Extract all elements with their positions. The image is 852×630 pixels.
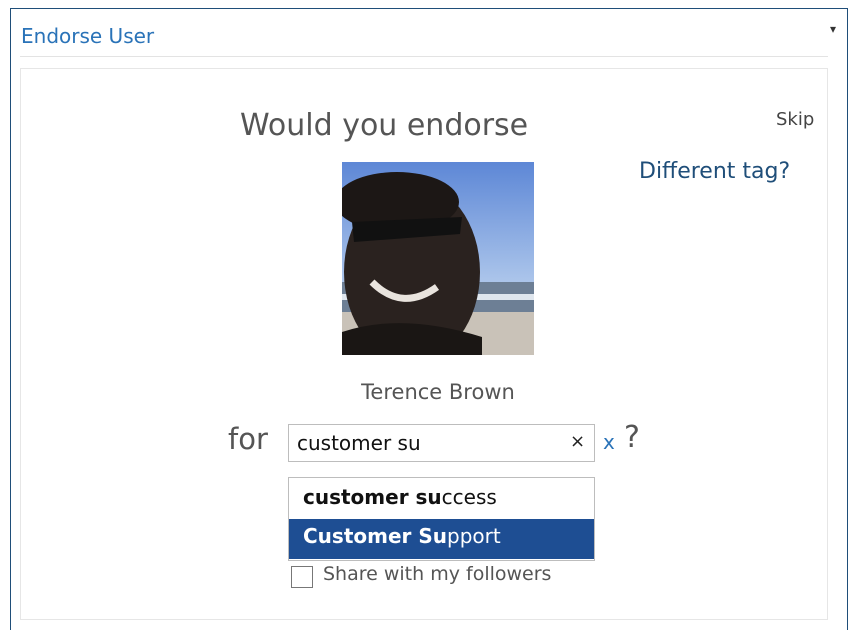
person-name: Terence Brown <box>361 380 515 404</box>
tag-suggestions-dropdown: customer success Customer Support <box>288 477 595 561</box>
suggestion-item[interactable]: customer success <box>289 480 594 520</box>
suggestion-match: Customer Su <box>303 524 447 548</box>
tag-search-input[interactable] <box>297 429 552 457</box>
suggestion-match: customer su <box>303 485 442 509</box>
share-checkbox[interactable] <box>291 566 313 588</box>
header-divider <box>20 56 828 57</box>
user-avatar <box>342 162 534 355</box>
for-label: for <box>228 422 268 456</box>
question-mark: ? <box>624 420 640 455</box>
suggestion-rest: pport <box>447 524 501 548</box>
different-tag-link[interactable]: Different tag? <box>639 159 790 184</box>
suggestion-rest: ccess <box>441 485 497 509</box>
panel-menu-chevron-icon[interactable]: ▾ <box>830 22 836 36</box>
cancel-tag-button[interactable]: x <box>603 430 615 454</box>
tag-input-field[interactable]: × <box>288 424 595 462</box>
endorse-question: Would you endorse <box>240 108 529 143</box>
clear-icon[interactable]: × <box>570 431 585 452</box>
share-label: Share with my followers <box>323 563 552 585</box>
suggestion-item-selected[interactable]: Customer Support <box>289 519 594 559</box>
skip-link[interactable]: Skip <box>776 109 814 130</box>
panel-title: Endorse User <box>21 24 155 48</box>
